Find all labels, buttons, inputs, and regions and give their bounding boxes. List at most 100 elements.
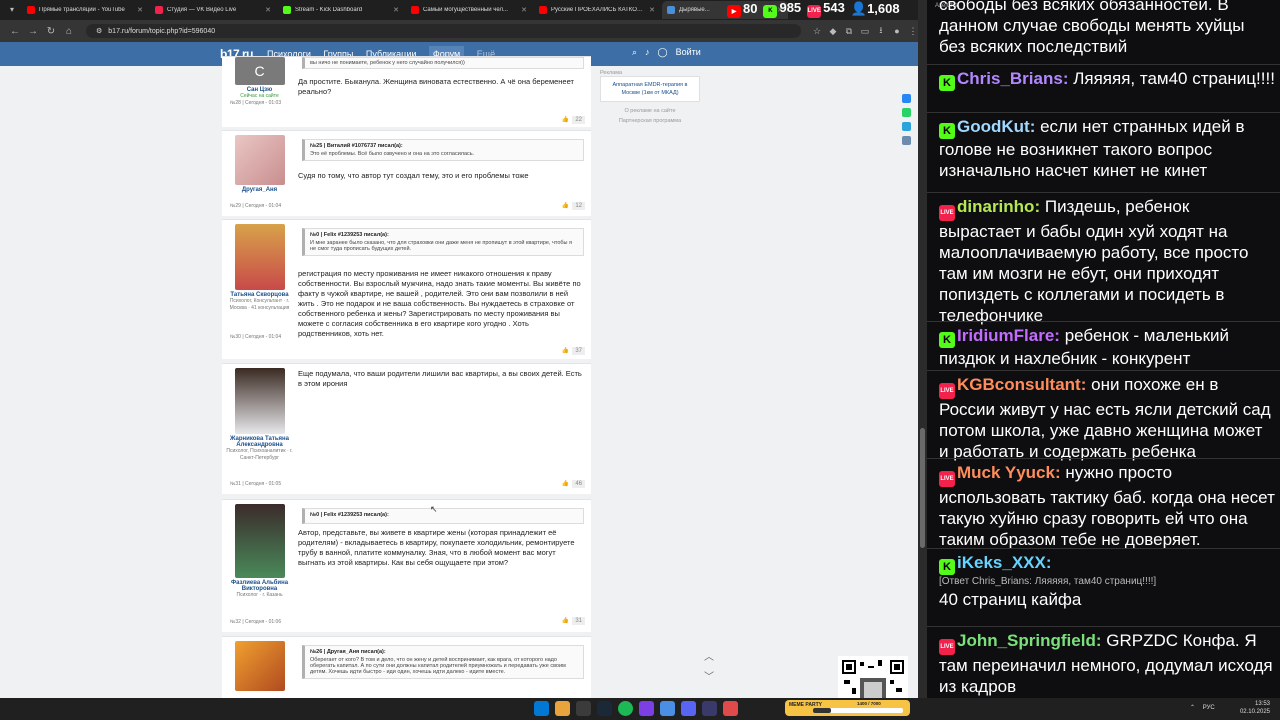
tray-expand-icon[interactable]: ⌃ <box>1190 705 1195 711</box>
reload-icon[interactable]: ↻ <box>42 26 60 37</box>
language-indicator[interactable]: РУС <box>1203 705 1215 711</box>
search-icon[interactable]: ⌕ <box>632 47 637 58</box>
meme-party-progress <box>813 708 903 713</box>
share-icon[interactable] <box>902 136 911 145</box>
avatar[interactable] <box>234 224 285 290</box>
tab-search-icon[interactable]: ▾ <box>4 3 20 17</box>
like-button[interactable]: 👍 46 <box>562 480 585 488</box>
scrollbar-thumb[interactable] <box>920 428 925 548</box>
author-name[interactable]: Фазлиева Альбина Викторовна <box>222 580 297 592</box>
chat-message: LIVE Muck Yyuck: нужно просто использоват… <box>939 462 1275 550</box>
forum-post: Жарникова Татьяна Александровна Психолог… <box>222 363 591 494</box>
scroll-down-icon[interactable]: ﹀ <box>704 668 714 688</box>
telegram-share-icon[interactable] <box>902 122 911 131</box>
tab-close-icon[interactable]: ✕ <box>393 6 399 14</box>
obs-icon[interactable] <box>702 701 717 716</box>
user-icon[interactable]: ◯ <box>658 47 668 58</box>
login-link[interactable]: Войти <box>676 47 701 58</box>
quote-text: И мне заранее было сказано, что для стра… <box>310 240 572 252</box>
extension-icon[interactable]: ◆ <box>825 26 841 37</box>
avatar[interactable] <box>234 641 285 691</box>
bell-icon[interactable]: ♪ <box>645 47 650 58</box>
author-info: Психолог, Психоаналитик · г. Санкт-Петер… <box>226 448 293 461</box>
download-icon[interactable]: ⭳ <box>873 23 889 39</box>
bookmark-star-icon[interactable]: ☆ <box>809 26 825 37</box>
browser-tab[interactable]: Русские ПРОЕХАЛИСЬ КАТКОЙ... ✕ <box>534 1 660 19</box>
tab-close-icon[interactable]: ✕ <box>649 6 655 14</box>
forward-icon[interactable]: → <box>24 26 42 37</box>
quote-header: №25 | Виталий #1076737 писал(а): <box>310 143 403 149</box>
chat-divider <box>927 626 1280 627</box>
avatar[interactable] <box>234 504 285 578</box>
page-scrollbar[interactable] <box>918 0 927 698</box>
taskbar: MEME PARTY 1400 / 7000 ⌃ РУС 13:53 02.10… <box>0 698 1280 720</box>
chat-username[interactable]: John_Springfield: <box>957 631 1102 650</box>
quote-text: Оберегает от кого? В том и дело, что он … <box>310 657 566 675</box>
browser-tab[interactable]: Прямые трансляции - YouTube ✕ <box>22 1 148 19</box>
chat-username[interactable]: IridiumFlare: <box>957 326 1060 345</box>
avatar[interactable] <box>234 368 285 434</box>
chat-username[interactable]: iKeks_XXX: <box>957 553 1052 572</box>
author-name[interactable]: Другая_Аня <box>222 187 297 193</box>
tab-title: Самый могущественный чел... <box>423 7 508 13</box>
extensions-puzzle-icon[interactable]: ⧉ <box>841 26 857 37</box>
site-info-icon[interactable]: ⚙ <box>96 27 102 35</box>
tab-close-icon[interactable]: ✕ <box>137 6 143 14</box>
address-bar[interactable]: ⚙ b17.ru/forum/topic.php?id=596040 <box>86 24 801 38</box>
chat-username[interactable]: dinarinho: <box>957 197 1040 216</box>
chat-message: K GoodKut: если нет странных идей в голов… <box>939 116 1275 181</box>
tab-favicon-icon <box>27 6 35 14</box>
avatar[interactable]: C <box>234 57 285 85</box>
steam-icon[interactable] <box>597 701 612 716</box>
quote-block: №26 | Другая_Аня писал(а): Оберегает от … <box>302 645 584 679</box>
back-icon[interactable]: ← <box>6 26 24 37</box>
chrome-icon[interactable] <box>555 701 570 716</box>
chat-username[interactable]: KGBconsultant: <box>957 375 1086 394</box>
clock[interactable]: 13:53 02.10.2025 <box>1240 700 1270 716</box>
kick-icon: K <box>939 559 955 575</box>
browser-tab[interactable]: Студия — VK Видео Live ✕ <box>150 1 276 19</box>
chat-username[interactable]: GoodKut: <box>957 117 1035 136</box>
chat-message: KiKeks_XXX: [Ответ Chris_Brians: Ляяяяя,… <box>939 552 1275 610</box>
tab-close-icon[interactable]: ✕ <box>521 6 527 14</box>
url-text: b17.ru/forum/topic.php?id=596040 <box>108 27 216 35</box>
sidebar-icon[interactable]: ▭ <box>857 26 873 37</box>
spotify-icon[interactable] <box>618 701 633 716</box>
chat-divider <box>927 64 1280 65</box>
vk-share-icon[interactable] <box>902 94 911 103</box>
post-meta: №28 | Сегодня - 01:03 <box>230 100 282 106</box>
file-explorer-icon[interactable] <box>576 701 591 716</box>
home-icon[interactable]: ⌂ <box>60 26 78 37</box>
scroll-up-icon[interactable]: ︿ <box>704 648 714 668</box>
discord-icon[interactable] <box>681 701 696 716</box>
telegram-icon[interactable] <box>660 701 675 716</box>
browser-app-icon[interactable] <box>723 701 738 716</box>
partner-program-link[interactable]: Партнерская программа <box>600 116 700 126</box>
app-icon[interactable] <box>639 701 654 716</box>
ad-info-link[interactable]: О рекламе на сайте <box>600 106 700 116</box>
like-button[interactable]: 👍 37 <box>562 347 585 355</box>
like-button[interactable]: 👍 22 <box>562 116 585 124</box>
kick-icon: K <box>939 123 955 139</box>
tab-favicon-icon <box>411 6 419 14</box>
quote-text: вы ничо не понимаете, ребенок у него слу… <box>310 60 465 66</box>
author-name[interactable]: Жарникова Татьяна Александровна <box>222 436 297 448</box>
chat-message: K Chris_Brians: Ляяяяя, там40 страниц!!!! <box>939 68 1275 91</box>
chat-username[interactable]: Muck Yyuck: <box>957 463 1061 482</box>
avatar[interactable] <box>234 135 285 185</box>
like-button[interactable]: 👍 31 <box>562 617 585 625</box>
tab-close-icon[interactable]: ✕ <box>265 6 271 14</box>
chat-divider <box>927 548 1280 549</box>
browser-tab[interactable]: Самый могущественный чел... ✕ <box>406 1 532 19</box>
start-icon[interactable] <box>534 701 549 716</box>
quote-header: №0 | Felix #1239253 писал(а): <box>310 232 389 238</box>
like-button[interactable]: 👍 12 <box>562 202 585 210</box>
post-text: Судя по тому, что автор тут создал тему,… <box>298 171 529 180</box>
ad-link[interactable]: Аппаратная EMDR-терапия в Москве (1км от… <box>600 76 700 102</box>
browser-tab[interactable]: Stream - Kick Dashboard ✕ <box>278 1 404 19</box>
profile-icon[interactable]: ● <box>889 26 905 36</box>
chat-username[interactable]: Chris_Brians: <box>957 69 1068 88</box>
author-info: Психолог, Консультант · г. Москва · 41 к… <box>229 298 290 311</box>
whatsapp-share-icon[interactable] <box>902 108 911 117</box>
kick-icon: K <box>939 332 955 348</box>
